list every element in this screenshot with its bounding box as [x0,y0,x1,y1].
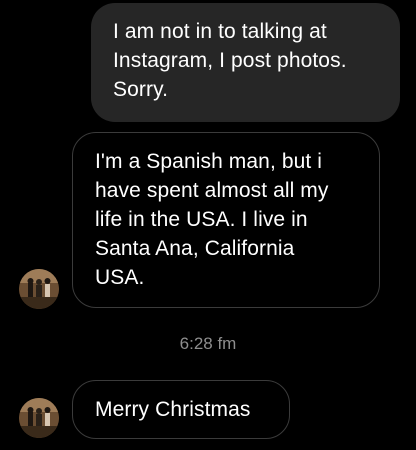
sent-message-line: I am not in to talking at [113,20,327,43]
profile-photo-icon [19,398,59,438]
received-message-line: life in the USA. I live in [95,208,308,231]
received-message-text: Merry Christmas [95,398,251,421]
sent-message-bubble[interactable]: I am not in to talking at Instagram, I p… [91,3,400,122]
received-message-bubble[interactable]: I'm a Spanish man, but i have spent almo… [72,132,380,308]
received-message-line: have spent almost all my [95,179,329,202]
profile-photo-icon [19,269,59,309]
received-message-line: USA. [95,266,145,289]
received-message-line: I'm a Spanish man, but i [95,150,323,173]
sent-message-line: Instagram, I post photos. [113,49,347,72]
sent-message-line: Sorry. [113,78,169,101]
received-message-bubble[interactable]: Merry Christmas [72,380,290,439]
received-message-line: Santa Ana, California [95,237,295,260]
sender-avatar[interactable] [19,398,59,438]
message-timestamp: 6:28 fm [179,334,237,353]
sender-avatar[interactable] [19,269,59,309]
